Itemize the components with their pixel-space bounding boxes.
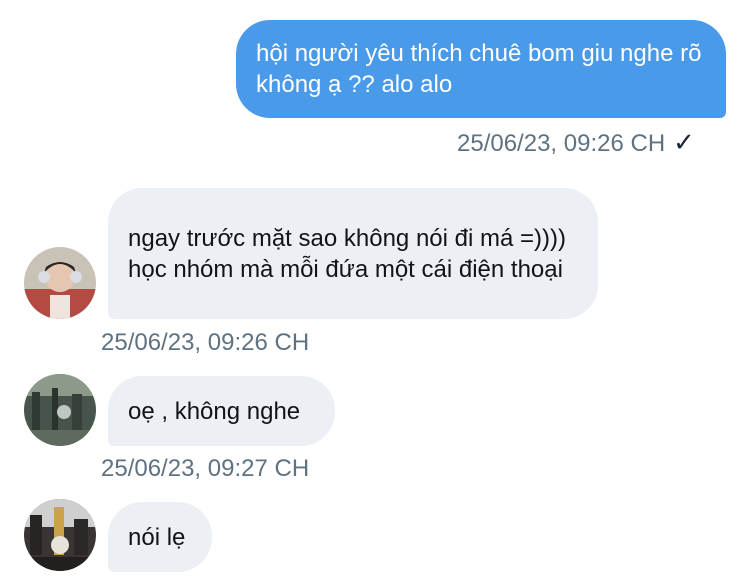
avatar-room-icon	[24, 374, 96, 446]
message-timestamp: 25/06/23, 09:27 CH	[101, 455, 310, 482]
incoming-message-bubble[interactable]: ngay trước mặt sao không nói đi má =))))…	[108, 188, 598, 319]
check-icon: ✓	[673, 127, 695, 157]
incoming-message-bubble[interactable]: nói lẹ	[108, 502, 212, 572]
avatar[interactable]	[24, 247, 96, 319]
avatar[interactable]	[24, 499, 96, 571]
message-timestamp: 25/06/23, 09:26 CH ✓	[457, 127, 695, 157]
message-text: hội người yêu thích chuê bom giu nghe rõ…	[256, 40, 702, 98]
message-timestamp: 25/06/23, 09:26 CH	[101, 329, 310, 356]
message-text: nói lẹ	[128, 523, 186, 551]
message-text: oẹ , không nghe	[128, 397, 301, 425]
avatar[interactable]	[24, 374, 96, 446]
avatar-headphones-icon	[24, 247, 96, 319]
message-text: ngay trước mặt sao không nói đi má =))))…	[128, 224, 566, 283]
avatar-city-icon	[24, 499, 96, 571]
incoming-message-bubble[interactable]: oẹ , không nghe	[108, 376, 335, 446]
outgoing-message-bubble[interactable]: hội người yêu thích chuê bom giu nghe rõ…	[236, 20, 726, 118]
